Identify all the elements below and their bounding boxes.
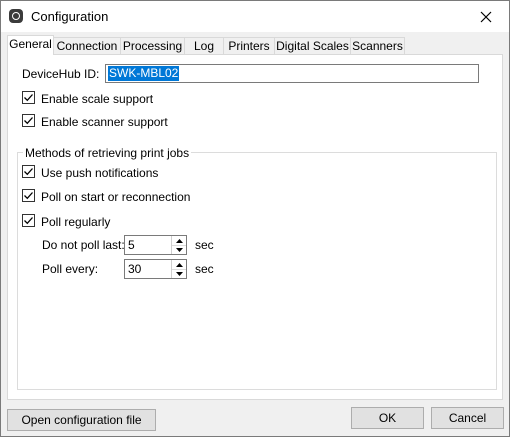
- stepper-down-button[interactable]: [172, 269, 186, 278]
- checkmark-icon: [24, 192, 33, 200]
- tab-digital-scales[interactable]: Digital Scales: [274, 37, 351, 54]
- window-title: Configuration: [31, 9, 109, 24]
- cancel-button[interactable]: Cancel: [431, 407, 504, 429]
- stepper-down-button[interactable]: [172, 245, 186, 254]
- open-config-file-button[interactable]: Open configuration file: [7, 409, 156, 431]
- app-logo-icon: [9, 9, 23, 23]
- poll-every-unit: sec: [195, 262, 214, 276]
- stepper-arrows: [171, 260, 186, 278]
- poll-every-label: Poll every:: [42, 262, 99, 276]
- stepper-arrows: [171, 236, 186, 254]
- checkmark-icon: [24, 94, 33, 102]
- enable-scanner-label: Enable scanner support: [41, 115, 168, 129]
- push-notifications-label: Use push notifications: [41, 166, 159, 180]
- tab-processing[interactable]: Processing: [120, 37, 185, 54]
- do-not-poll-label: Do not poll last:: [42, 238, 125, 252]
- poll-on-start-label: Poll on start or reconnection: [41, 190, 191, 204]
- configuration-window: Configuration General Connection Process…: [0, 0, 510, 437]
- tab-scanners[interactable]: Scanners: [350, 37, 405, 54]
- poll-every-stepper[interactable]: 30: [124, 259, 187, 279]
- do-not-poll-unit: sec: [195, 238, 214, 252]
- poll-every-value: 30: [128, 262, 142, 276]
- poll-on-start-checkbox[interactable]: [22, 189, 35, 202]
- chevron-down-icon: [175, 247, 183, 252]
- tab-connection[interactable]: Connection: [53, 37, 121, 54]
- tab-log[interactable]: Log: [184, 37, 224, 54]
- do-not-poll-stepper[interactable]: 5: [124, 235, 187, 255]
- device-id-value: SWK-MBL02: [108, 66, 180, 81]
- checkmark-icon: [24, 217, 33, 225]
- poll-regularly-checkbox[interactable]: [22, 214, 35, 227]
- ok-button[interactable]: OK: [351, 407, 424, 429]
- device-id-input[interactable]: SWK-MBL02: [105, 64, 479, 83]
- checkmark-icon: [24, 168, 33, 176]
- enable-scanner-checkbox[interactable]: [22, 114, 35, 127]
- enable-scale-label: Enable scale support: [41, 92, 154, 106]
- checkmark-icon: [24, 117, 33, 125]
- poll-regularly-label: Poll regularly: [41, 215, 111, 229]
- chevron-up-icon: [175, 238, 183, 243]
- chevron-down-icon: [175, 271, 183, 276]
- enable-scale-checkbox[interactable]: [22, 91, 35, 104]
- print-jobs-group-title: Methods of retrieving print jobs: [23, 146, 192, 160]
- close-button[interactable]: [463, 1, 509, 32]
- tab-printers[interactable]: Printers: [223, 37, 275, 54]
- tab-general[interactable]: General: [7, 35, 54, 55]
- chevron-up-icon: [175, 262, 183, 267]
- do-not-poll-value: 5: [128, 238, 135, 252]
- push-notifications-checkbox[interactable]: [22, 165, 35, 178]
- device-id-label: DeviceHub ID:: [22, 67, 100, 81]
- close-icon: [480, 11, 492, 22]
- title-bar: Configuration: [1, 1, 509, 32]
